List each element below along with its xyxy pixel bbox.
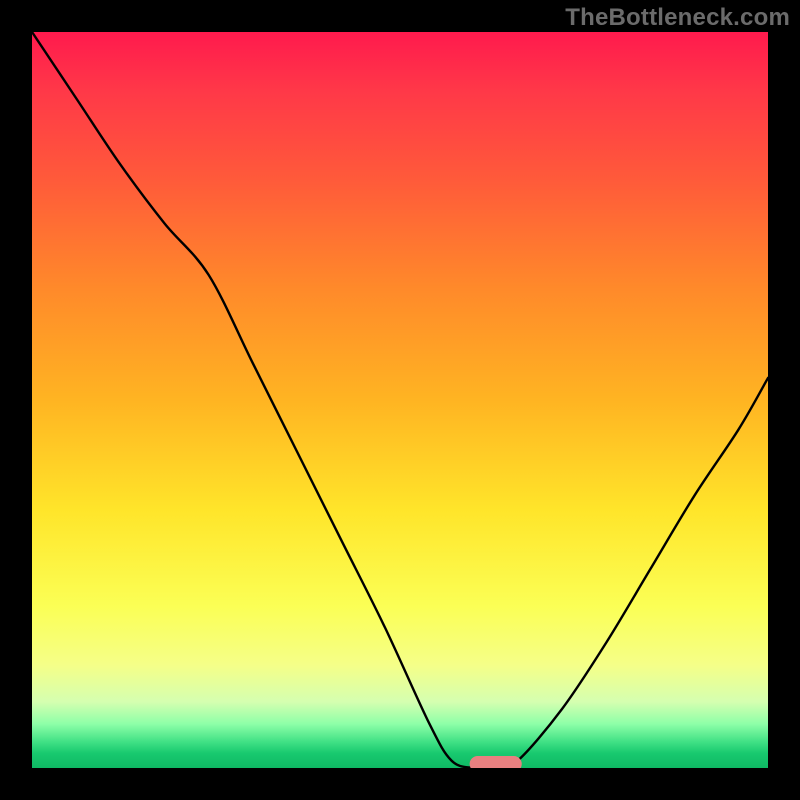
- bottleneck-curve: [32, 32, 768, 768]
- watermark-text: TheBottleneck.com: [565, 4, 790, 32]
- chart-plot-area: [32, 32, 768, 768]
- chart-svg: [32, 32, 768, 768]
- chart-frame: TheBottleneck.com: [0, 0, 800, 800]
- optimal-marker: [470, 756, 522, 768]
